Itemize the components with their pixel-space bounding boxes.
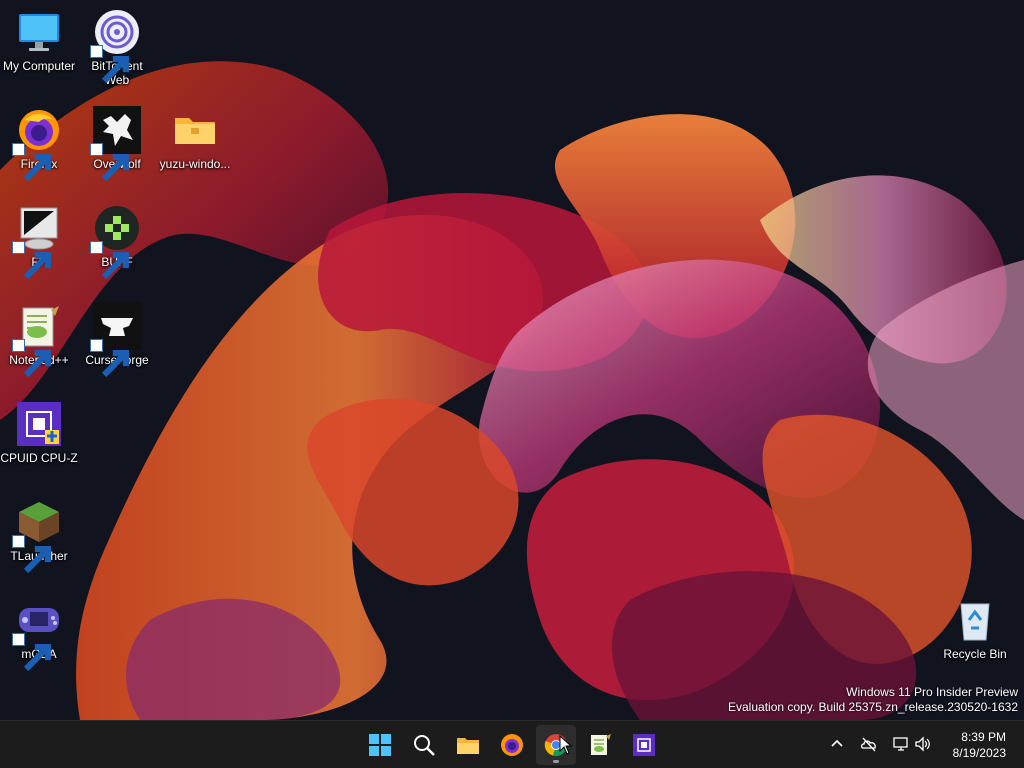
onedrive-tray-button[interactable] <box>860 735 878 753</box>
shortcut-arrow-icon <box>12 241 51 280</box>
shortcut-arrow-icon <box>12 339 51 378</box>
desktop-icon-recycle-bin[interactable]: Recycle Bin <box>936 596 1014 661</box>
start-icon <box>369 734 391 756</box>
desktop-icon-tlauncher[interactable]: TLauncher <box>0 498 78 574</box>
shortcut-arrow-icon <box>90 45 129 84</box>
windows-evaluation-watermark: Windows 11 Pro Insider Preview Evaluatio… <box>728 685 1018 715</box>
taskbar-firefox[interactable] <box>492 725 532 765</box>
tlauncher-icon <box>12 498 63 574</box>
curseforge-icon <box>90 302 141 378</box>
desktop-icon-my-computer[interactable]: My Computer <box>0 8 78 73</box>
shortcut-arrow-icon <box>90 241 129 280</box>
volume-tray-button[interactable] <box>914 735 932 753</box>
desktop-icon-label: CPUID CPU-Z <box>0 451 78 465</box>
desktop-icon-mgba[interactable]: mGBA <box>0 596 78 672</box>
shortcut-arrow-icon <box>90 143 129 182</box>
active-app-indicator <box>553 760 559 763</box>
system-clock[interactable]: 8:39 PM 8/19/2023 <box>953 729 1006 761</box>
fp-icon <box>12 204 63 280</box>
desktop-icon-bittorrent-web[interactable]: BitTorrent Web <box>78 8 156 87</box>
watermark-line-2: Evaluation copy. Build 25375.zn_release.… <box>728 700 1018 714</box>
recycle-bin-icon <box>951 596 999 644</box>
shortcut-arrow-icon <box>90 339 129 378</box>
folder-icon <box>171 106 219 154</box>
search-button[interactable] <box>404 725 444 765</box>
desktop-icon-fp[interactable]: FP <box>0 204 78 280</box>
desktop-icon-label: yuzu-windo... <box>159 157 231 171</box>
clock-date: 8/19/2023 <box>952 746 1006 760</box>
taskbar-cpu-z[interactable] <box>624 725 664 765</box>
firefox-icon <box>12 106 63 182</box>
desktop-icon-cpuid-cpu-z[interactable]: CPUID CPU-Z <box>0 400 78 465</box>
mgba-icon <box>12 596 63 672</box>
desktop-icon-notepad-plus-plus[interactable]: Notepad++ <box>0 302 78 378</box>
desktop-icon-label: My Computer <box>2 59 76 73</box>
network-icon <box>893 737 908 751</box>
bittorrent-icon <box>90 8 141 84</box>
volume-icon <box>915 736 930 752</box>
taskbar: 8:39 PM 8/19/2023 <box>0 720 1024 768</box>
cpu-z-icon <box>633 734 655 756</box>
desktop-icon-overwolf[interactable]: Overwolf <box>78 106 156 182</box>
overwolf-icon <box>90 106 141 182</box>
chevron-up-icon <box>831 739 843 747</box>
desktop-icon-curseforge[interactable]: CurseForge <box>78 302 156 378</box>
monitor-icon <box>15 8 63 56</box>
shortcut-arrow-icon <box>12 143 51 182</box>
taskbar-notepad-plus-plus[interactable] <box>580 725 620 765</box>
start-button[interactable] <box>360 725 400 765</box>
desktop-icon-label: Recycle Bin <box>943 647 1007 661</box>
desktop-icon-firefox[interactable]: Firefox <box>0 106 78 182</box>
firefox-icon <box>501 734 523 756</box>
shortcut-arrow-icon <box>12 633 51 672</box>
desktop-icon-buff[interactable]: BUFF <box>78 204 156 280</box>
notepad-plus-plus-icon <box>12 302 63 378</box>
shortcut-arrow-icon <box>12 535 51 574</box>
buff-icon <box>90 204 141 280</box>
onedrive-icon <box>860 737 876 752</box>
file-explorer-icon <box>457 738 479 754</box>
taskbar-file-explorer[interactable] <box>448 725 488 765</box>
clock-time: 8:39 PM <box>961 730 1006 744</box>
search-icon <box>414 735 435 756</box>
notepad-plus-plus-icon <box>591 734 611 755</box>
show-hidden-icons-button[interactable] <box>828 735 846 753</box>
watermark-line-1: Windows 11 Pro Insider Preview <box>846 685 1018 699</box>
desktop-icon-yuzu-folder[interactable]: yuzu-windo... <box>156 106 234 171</box>
mouse-cursor-icon <box>559 735 573 755</box>
network-tray-button[interactable] <box>892 735 910 753</box>
cpu-z-icon <box>15 400 63 448</box>
